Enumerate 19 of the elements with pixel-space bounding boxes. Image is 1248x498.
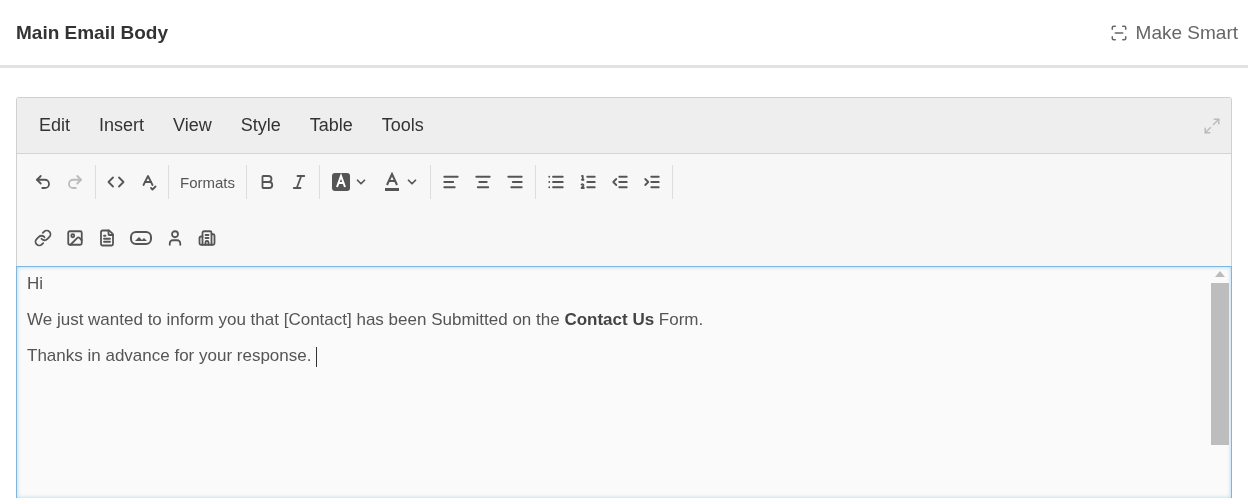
make-smart-button[interactable]: Make Smart (1109, 21, 1238, 44)
section-title: Main Email Body (16, 21, 169, 44)
scrollbar-thumb[interactable] (1211, 283, 1229, 445)
menu-item[interactable]: View (163, 111, 222, 140)
paragraph: We just wanted to inform you that [Contact] has been Submitted on the Contact Us Form. (27, 309, 705, 331)
text-cursor (316, 346, 318, 367)
media-icon[interactable] (127, 228, 155, 248)
menu-item[interactable]: Table (299, 111, 363, 140)
menu-item[interactable]: Tools (371, 111, 434, 140)
paragraph: Hi (27, 273, 45, 295)
paragraph: Thanks in advance for your response. (27, 345, 1199, 367)
formats-button[interactable]: Formats (177, 170, 238, 194)
menu-item[interactable]: Style (230, 111, 291, 140)
menu-item[interactable]: Edit (29, 111, 81, 140)
text-area[interactable]: Hi We just wanted to inform you that [Contact] has been Submitted on the Contact Us Form. Thanks in advance for your response. (16, 266, 1232, 498)
menu-item[interactable]: Insert (89, 111, 155, 140)
background-color-icon (331, 172, 351, 192)
text-color-icon (382, 172, 402, 192)
scan-icon (1109, 23, 1128, 42)
